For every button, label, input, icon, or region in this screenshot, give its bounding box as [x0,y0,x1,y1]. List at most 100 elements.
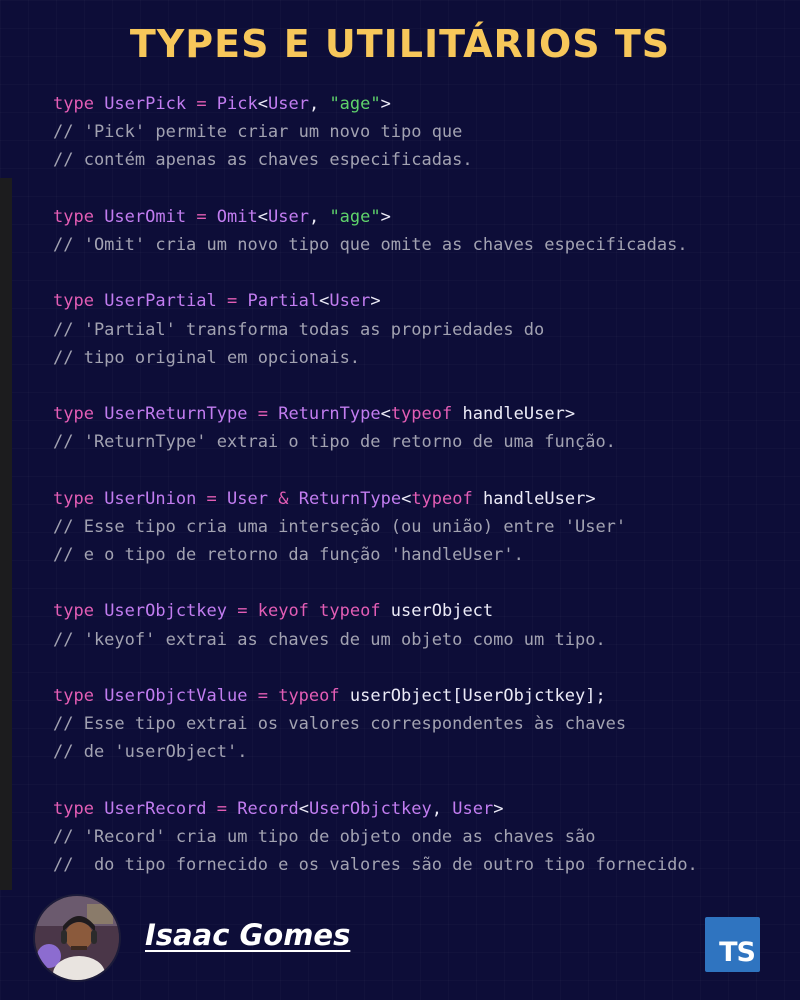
code-token: ReturnType [298,488,402,509]
footer: Isaac Gomes TS [0,890,800,1000]
code-line: // 'Partial' transforma todas as proprie… [53,316,793,344]
code-token: User [329,291,371,312]
code-token: = [206,798,238,819]
code-token: = [186,206,217,227]
code-token: < [298,798,309,819]
code-block: type UserPick = Pick<User, "age">// 'Pic… [53,90,793,879]
code-token: User [227,488,268,509]
code-token: type [53,685,105,706]
avatar-icon [33,894,121,982]
code-line: // contém apenas as chaves especificadas… [53,146,793,174]
code-token: type [53,488,105,509]
code-line: type UserObjctkey = keyof typeof userObj… [53,597,793,625]
left-edge-stripe [0,178,12,890]
code-line: type UserObjctValue = typeof userObject[… [53,682,793,710]
code-token: handleUser> [472,488,596,509]
code-token: , [308,206,330,227]
code-line: // 'Pick' permite criar um novo tipo que [53,118,793,146]
code-token: type [53,404,105,425]
code-token: , [308,94,330,114]
code-token: UserOmit [104,206,187,227]
code-token: // tipo original em opcionais. [53,347,361,368]
code-line: type UserUnion = User & ReturnType<typeo… [53,485,793,513]
code-token: handleUser> [452,404,576,425]
code-token: ReturnType [278,404,381,425]
code-token: type [53,206,105,227]
code-line: // e o tipo de retorno da função 'handle… [53,541,793,569]
code-token: = [216,291,248,312]
ts-logo-label: TS [719,937,756,968]
code-token: // 'ReturnType' extrai o tipo de retorno… [53,432,616,453]
typescript-logo-icon: TS [705,917,760,972]
code-line: // 'keyof' extrai as chaves de um objeto… [53,626,793,654]
code-token: // 'Pick' permite criar um novo tipo que [53,122,463,143]
code-token: type [53,291,105,312]
code-line: // de 'userObject'. [53,738,793,766]
code-token: typeof [411,488,473,509]
code-token: // e o tipo de retorno da função 'handle… [53,545,524,565]
code-token: typeof [278,685,340,706]
code-token: UserObjctkey [308,798,432,819]
code-token: "age" [329,206,381,227]
code-token: User [268,206,309,227]
code-token: < [380,404,391,425]
code-token: UserReturnType [104,404,248,425]
code-token: // 'Omit' cria um novo tipo que omite as… [53,234,688,255]
code-token: < [319,291,330,312]
code-line: // Esse tipo extrai os valores correspon… [53,710,793,738]
code-token: keyof typeof [257,601,381,622]
code-token: // 'Partial' transforma todas as proprie… [53,319,545,340]
code-token: type [53,798,105,819]
code-token: userObject[UserObjctkey]; [339,685,606,706]
code-token: typeof [390,404,453,425]
code-token: < [257,94,268,114]
code-token: Pick [216,94,258,114]
code-token: UserPick [104,94,187,114]
code-token: // Esse tipo extrai os valores correspon… [53,714,627,735]
code-line: type UserPick = Pick<User, "age"> [53,90,793,118]
code-token: UserUnion [104,488,197,509]
author-name: Isaac Gomes [145,918,351,952]
code-token: "age" [329,94,381,114]
code-token: = [247,404,279,425]
code-line: // 'ReturnType' extrai o tipo de retorno… [53,428,793,456]
code-token: userObject [380,601,494,622]
code-token: < [401,488,412,509]
code-token: Record [237,798,299,819]
code-token: = [227,601,258,622]
code-line: // 'Record' cria um tipo de objeto onde … [53,823,793,851]
code-token: // do tipo fornecido e os valores são de… [53,855,698,876]
code-token: = [196,488,228,509]
code-token: UserObjctkey [104,601,228,622]
code-token: type [53,601,105,622]
code-token: , [431,798,453,819]
code-token: > [380,94,391,114]
code-token: & [267,488,299,509]
code-token: Omit [216,206,258,227]
code-line: // 'Omit' cria um novo tipo que omite as… [53,231,793,259]
code-token: // 'keyof' extrai as chaves de um objeto… [53,629,606,650]
code-token: // Esse tipo cria uma interseção (ou uni… [53,516,627,537]
code-token: UserPartial [104,291,217,312]
code-token: > [370,291,381,312]
code-token: UserObjctValue [104,685,248,706]
code-line: type UserPartial = Partial<User> [53,287,793,315]
code-line: type UserOmit = Omit<User, "age"> [53,203,793,231]
code-token: type [53,94,105,114]
code-token: > [380,206,391,227]
code-token: = [186,94,217,114]
code-line: // do tipo fornecido e os valores são de… [53,851,793,879]
page-title: TYPES E UTILITÁRIOS TS [129,22,671,66]
code-token: // contém apenas as chaves especificadas… [53,150,473,171]
code-token: User [452,798,494,819]
code-line: type UserReturnType = ReturnType<typeof … [53,400,793,428]
code-token: > [493,798,504,819]
code-token: // de 'userObject'. [53,742,248,763]
code-token: Partial [247,291,320,312]
